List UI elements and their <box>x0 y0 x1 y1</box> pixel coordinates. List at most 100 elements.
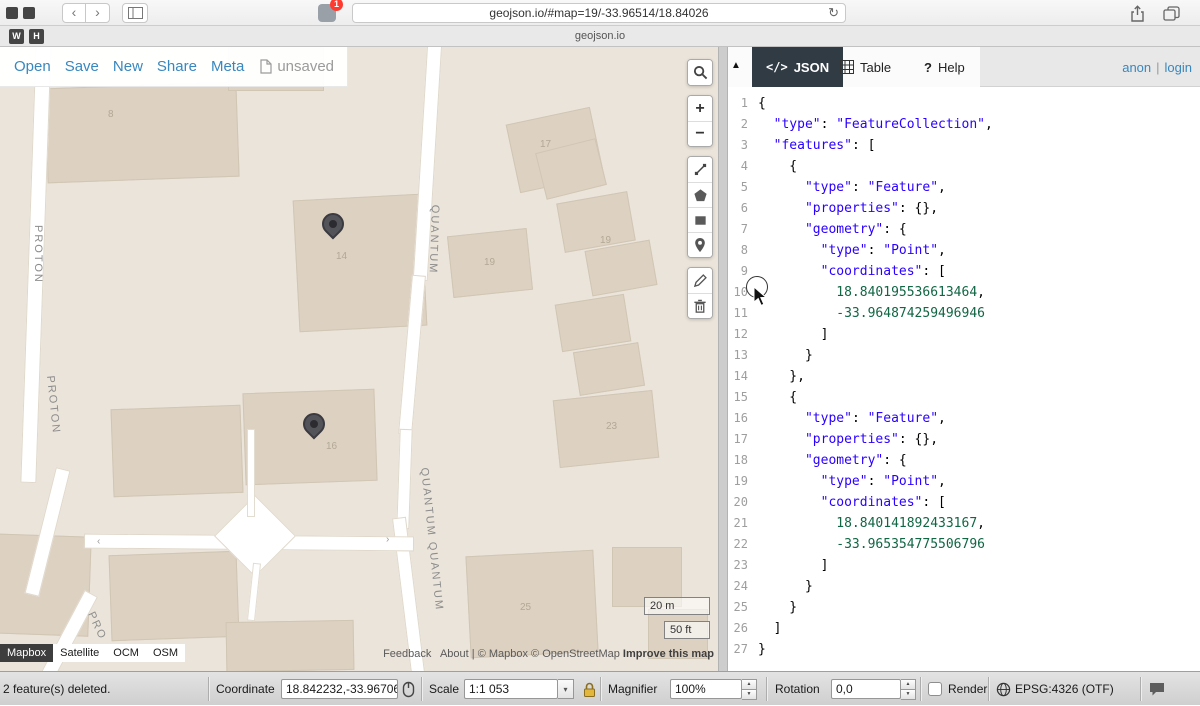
menu-item-save[interactable]: Save <box>65 58 99 75</box>
code-line[interactable]: 6 "properties": {}, <box>728 198 1200 219</box>
tab-table[interactable]: Table <box>840 47 891 87</box>
improve-map-link[interactable]: Improve this map <box>623 648 714 660</box>
chevron-down-icon[interactable]: ▾ <box>558 679 574 699</box>
layer-mapbox[interactable]: Mapbox <box>0 644 53 662</box>
code-line[interactable]: 20 "coordinates": [ <box>728 492 1200 513</box>
scale-select[interactable]: 1:1 053 <box>464 679 558 699</box>
code-line[interactable]: 22 -33.965354775506796 <box>728 534 1200 555</box>
url-field[interactable]: geojson.io/#map=19/-33.96514/18.84026 ↻ <box>352 3 846 23</box>
forward-button[interactable]: › <box>86 3 110 23</box>
menu-item-meta[interactable]: Meta <box>211 58 244 75</box>
building <box>573 342 645 396</box>
feedback-link[interactable]: Feedback <box>383 648 431 660</box>
spin-down-icon[interactable]: ▼ <box>742 690 757 700</box>
extension-icon[interactable]: 1 <box>318 4 336 22</box>
lock-scale-button[interactable] <box>582 672 597 706</box>
json-code-editor[interactable]: 1{2 "type": "FeatureCollection",3 "featu… <box>728 87 1200 671</box>
code-line[interactable]: 15 { <box>728 387 1200 408</box>
marker-dot <box>329 220 337 228</box>
code-line[interactable]: 3 "features": [ <box>728 135 1200 156</box>
magnifier-stepper[interactable]: ▲ ▼ <box>742 679 757 699</box>
code-line[interactable]: 16 "type": "Feature", <box>728 408 1200 429</box>
code-line[interactable]: 14 }, <box>728 366 1200 387</box>
code-line[interactable]: 26 ] <box>728 618 1200 639</box>
layer-ocm[interactable]: OCM <box>106 644 146 662</box>
share-button[interactable] <box>1126 3 1148 23</box>
code-line[interactable]: 7 "geometry": { <box>728 219 1200 240</box>
anon-link[interactable]: anon <box>1122 60 1151 75</box>
zoom-out-button[interactable]: − <box>688 121 712 146</box>
layer-satellite[interactable]: Satellite <box>53 644 106 662</box>
spin-up-icon[interactable]: ▲ <box>742 679 757 690</box>
draw-marker-button[interactable] <box>688 232 712 257</box>
edit-pencil-icon <box>693 273 708 288</box>
code-line[interactable]: 8 "type": "Point", <box>728 240 1200 261</box>
line-number: 17 <box>728 429 748 450</box>
code-line[interactable]: 23 ] <box>728 555 1200 576</box>
building-number: 25 <box>520 602 531 613</box>
code-line[interactable]: 17 "properties": {}, <box>728 429 1200 450</box>
code-line[interactable]: 25 } <box>728 597 1200 618</box>
pane-divider[interactable] <box>718 47 728 671</box>
spin-down-icon[interactable]: ▼ <box>901 690 916 700</box>
code-line[interactable]: 2 "type": "FeatureCollection", <box>728 114 1200 135</box>
edit-button[interactable] <box>688 268 712 293</box>
building <box>109 551 240 641</box>
log-messages-button[interactable] <box>1148 672 1166 706</box>
globe-icon <box>996 682 1011 697</box>
code-line[interactable]: 13 } <box>728 345 1200 366</box>
rotation-stepper[interactable]: ▲ ▼ <box>901 679 916 699</box>
line-number: 12 <box>728 324 748 345</box>
code-line[interactable]: 24 } <box>728 576 1200 597</box>
code-line[interactable]: 21 18.840141892433167, <box>728 513 1200 534</box>
layer-osm[interactable]: OSM <box>146 644 185 662</box>
render-checkbox[interactable] <box>928 682 942 696</box>
search-button[interactable] <box>688 60 712 85</box>
draw-polygon-button[interactable] <box>688 182 712 207</box>
zoom-in-button[interactable]: + <box>688 96 712 121</box>
collapse-editor-button[interactable]: ▲ <box>731 60 741 71</box>
tab-title[interactable]: geojson.io <box>0 30 1200 42</box>
map-marker[interactable] <box>303 413 327 443</box>
window-icon <box>6 7 18 19</box>
window-icon <box>23 7 35 19</box>
sidebar-toggle-button[interactable] <box>122 3 148 23</box>
code-line[interactable]: 4 { <box>728 156 1200 177</box>
copyright-text: © Mapbox © OpenStreetMap <box>478 648 620 660</box>
menu-item-open[interactable]: Open <box>14 58 51 75</box>
draw-line-button[interactable] <box>688 157 712 182</box>
code-line[interactable]: 11 -33.964874259496946 <box>728 303 1200 324</box>
menu-item-share[interactable]: Share <box>157 58 197 75</box>
line-number: 11 <box>728 303 748 324</box>
code-line[interactable]: 1{ <box>728 93 1200 114</box>
magnifier-input[interactable]: 100% <box>670 679 742 699</box>
back-button[interactable]: ‹ <box>62 3 86 23</box>
coordinate-input[interactable]: 18.842232,-33.967060 <box>281 679 398 699</box>
line-number: 9 <box>728 261 748 282</box>
tab-json[interactable]: </> JSON <box>752 47 843 87</box>
line-number: 4 <box>728 156 748 177</box>
tracking-toggle-button[interactable] <box>402 672 415 706</box>
map-canvas[interactable]: ‹ › PROTON PROTON QUANTUM QUANTUM QUANTU… <box>0 47 718 671</box>
code-line[interactable]: 12 ] <box>728 324 1200 345</box>
spin-up-icon[interactable]: ▲ <box>901 679 916 690</box>
menu-item-new[interactable]: New <box>113 58 143 75</box>
delete-button[interactable] <box>688 293 712 318</box>
code-line[interactable]: 18 "geometry": { <box>728 450 1200 471</box>
tabs-overview-button[interactable] <box>1160 3 1182 23</box>
code-line[interactable]: 9 "coordinates": [ <box>728 261 1200 282</box>
tab-help[interactable]: ? Help <box>924 47 965 87</box>
login-link[interactable]: login <box>1165 60 1192 75</box>
crs-button[interactable]: EPSG:4326 (OTF) <box>996 672 1114 706</box>
code-line[interactable]: 5 "type": "Feature", <box>728 177 1200 198</box>
tab-json-label: JSON <box>794 60 829 75</box>
code-line[interactable]: 10 18.840195536613464, <box>728 282 1200 303</box>
reload-icon[interactable]: ↻ <box>828 5 839 21</box>
draw-rectangle-button[interactable] <box>688 207 712 232</box>
notification-badge: 1 <box>330 0 343 11</box>
code-line[interactable]: 19 "type": "Point", <box>728 471 1200 492</box>
code-line[interactable]: 27} <box>728 639 1200 660</box>
about-link[interactable]: About <box>440 648 469 660</box>
map-marker[interactable] <box>322 213 346 243</box>
rotation-input[interactable]: 0,0 <box>831 679 901 699</box>
